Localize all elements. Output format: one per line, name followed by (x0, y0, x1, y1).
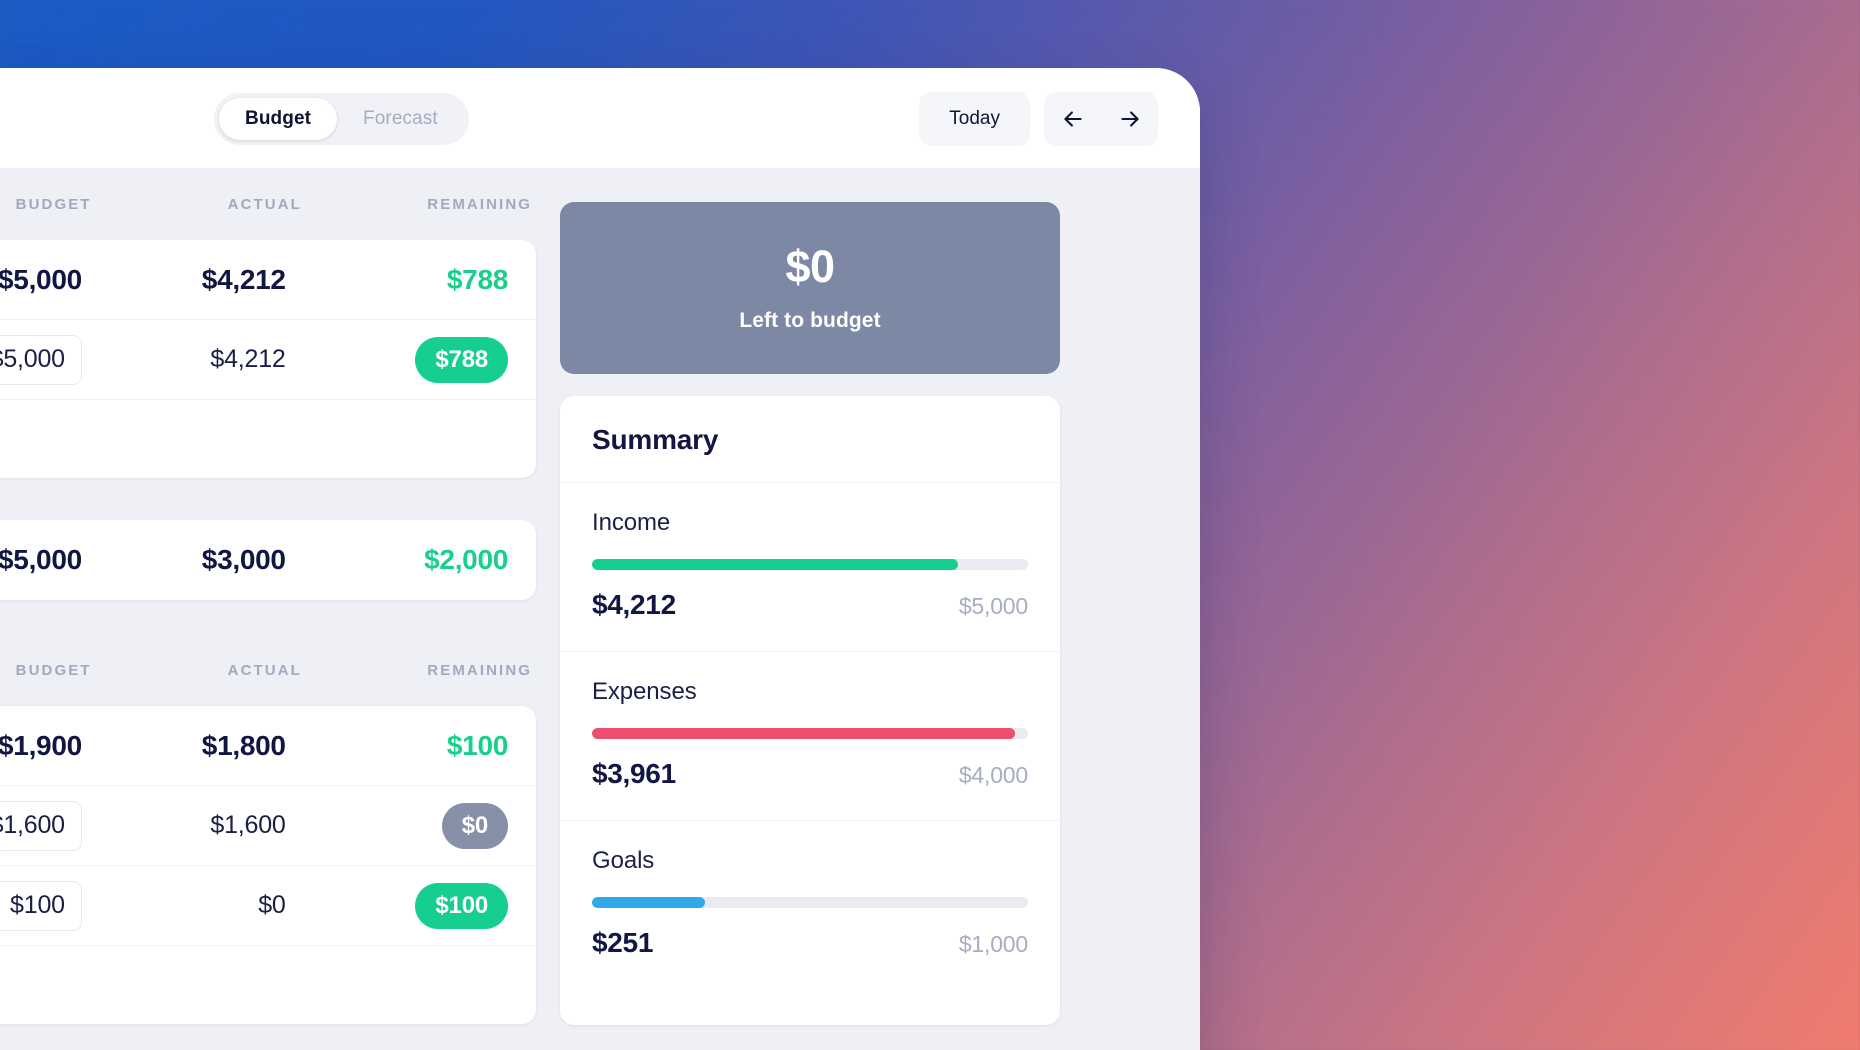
row-budget-value: $5,000 (0, 263, 82, 295)
table-row[interactable]: $1,600 $1,600 $0 (0, 786, 536, 866)
left-to-budget-card: $0 Left to budget (560, 202, 1060, 374)
summary-current-value: $4,212 (592, 589, 676, 620)
column-header-remaining: REMAINING (427, 195, 533, 213)
summary-row-goals: Goals $251 $1,000 (560, 820, 1060, 1025)
summary-label: Income (592, 509, 671, 536)
column-headers-2: BUDGET ACTUAL REMAINING (0, 634, 560, 706)
summary-label: Expenses (592, 678, 697, 705)
tab-forecast[interactable]: Forecast (337, 98, 464, 140)
column-headers-1: BUDGET ACTUAL REMAINING (0, 168, 560, 240)
budget-amount-input[interactable]: $100 (0, 880, 82, 931)
table-row[interactable]: $1,900 $1,800 $100 (0, 706, 536, 786)
right-panel: $0 Left to budget Summary Income $4,212 … (560, 168, 1060, 1050)
table-row[interactable]: $5,000 $3,000 $2,000 (0, 520, 536, 600)
tab-budget[interactable]: Budget (219, 98, 338, 140)
row-actual-value: $3,000 (201, 544, 286, 575)
income-progress-fill (592, 559, 959, 570)
prev-next-group (1044, 92, 1158, 146)
column-header-budget: BUDGET (15, 661, 92, 679)
column-header-remaining: REMAINING (427, 661, 533, 679)
summary-row-income: Income $4,212 $5,000 (560, 482, 1060, 651)
goals-progress-track (592, 897, 1028, 908)
goals-progress-fill (592, 897, 706, 908)
arrow-left-icon (1060, 106, 1086, 132)
left-to-budget-amount: $0 (785, 240, 835, 292)
table-row-empty[interactable] (0, 400, 536, 478)
row-actual-value: $1,600 (210, 811, 286, 839)
summary-total-value: $4,000 (958, 762, 1028, 788)
summary-row-expenses: Expenses $3,961 $4,000 (560, 651, 1060, 820)
summary-total-value: $1,000 (958, 931, 1028, 957)
column-header-budget: BUDGET (15, 195, 92, 213)
row-remaining-value: $2,000 (424, 544, 508, 575)
budget-amount-input[interactable]: $5,000 (0, 334, 82, 385)
summary-card: Summary Income $4,212 $5,000 Expenses $3… (560, 396, 1060, 1025)
table-row[interactable]: $100 $0 $100 (0, 866, 536, 946)
main-content: BUDGET ACTUAL REMAINING $5,000 $4,212 $7… (0, 168, 1200, 1050)
row-actual-value: $4,212 (210, 345, 286, 373)
toolbar: Budget Forecast Today (0, 68, 1200, 168)
summary-total-value: $5,000 (958, 593, 1028, 619)
expenses-progress-fill (592, 728, 1015, 739)
expenses-progress-track (592, 728, 1028, 739)
summary-current-value: $251 (592, 927, 654, 958)
row-actual-value: $4,212 (201, 263, 286, 295)
row-actual-value: $1,800 (201, 729, 286, 761)
left-to-budget-label: Left to budget (739, 308, 881, 332)
income-progress-track (592, 559, 1028, 570)
today-button[interactable]: Today (919, 92, 1030, 146)
next-period-button[interactable] (1101, 92, 1158, 146)
table-section-3: $1,900 $1,800 $100 $1,600 $1,600 $0 $100 (0, 706, 536, 1024)
previous-period-button[interactable] (1044, 92, 1101, 146)
remaining-badge: $0 (441, 802, 508, 849)
column-header-actual: ACTUAL (227, 661, 302, 679)
row-budget-value: $5,000 (0, 544, 82, 575)
table-row[interactable]: $5,000 $4,212 $788 (0, 320, 536, 400)
summary-label: Goals (592, 847, 655, 874)
budget-table: BUDGET ACTUAL REMAINING $5,000 $4,212 $7… (0, 168, 560, 1050)
row-actual-value: $0 (258, 891, 286, 919)
budget-amount-input[interactable]: $1,600 (0, 800, 82, 851)
row-budget-value: $1,900 (0, 729, 82, 761)
remaining-badge: $100 (415, 882, 508, 929)
date-navigation: Today (919, 92, 1158, 146)
app-window: Budget Forecast Today BUDGET ACTUAL REMA… (0, 68, 1200, 1050)
table-section-2: $5,000 $3,000 $2,000 (0, 520, 536, 600)
row-remaining-value: $100 (446, 729, 508, 761)
row-remaining-value: $788 (446, 263, 508, 295)
table-row[interactable]: $5,000 $4,212 $788 (0, 240, 536, 320)
remaining-badge: $788 (415, 336, 508, 383)
table-section-1: $5,000 $4,212 $788 $5,000 $4,212 $788 (0, 240, 536, 478)
table-row-empty[interactable] (0, 946, 536, 1024)
column-header-actual: ACTUAL (227, 195, 302, 213)
summary-title: Summary (592, 424, 719, 455)
arrow-right-icon (1117, 106, 1143, 132)
view-segmented-control[interactable]: Budget Forecast (214, 93, 469, 145)
summary-current-value: $3,961 (592, 758, 676, 789)
